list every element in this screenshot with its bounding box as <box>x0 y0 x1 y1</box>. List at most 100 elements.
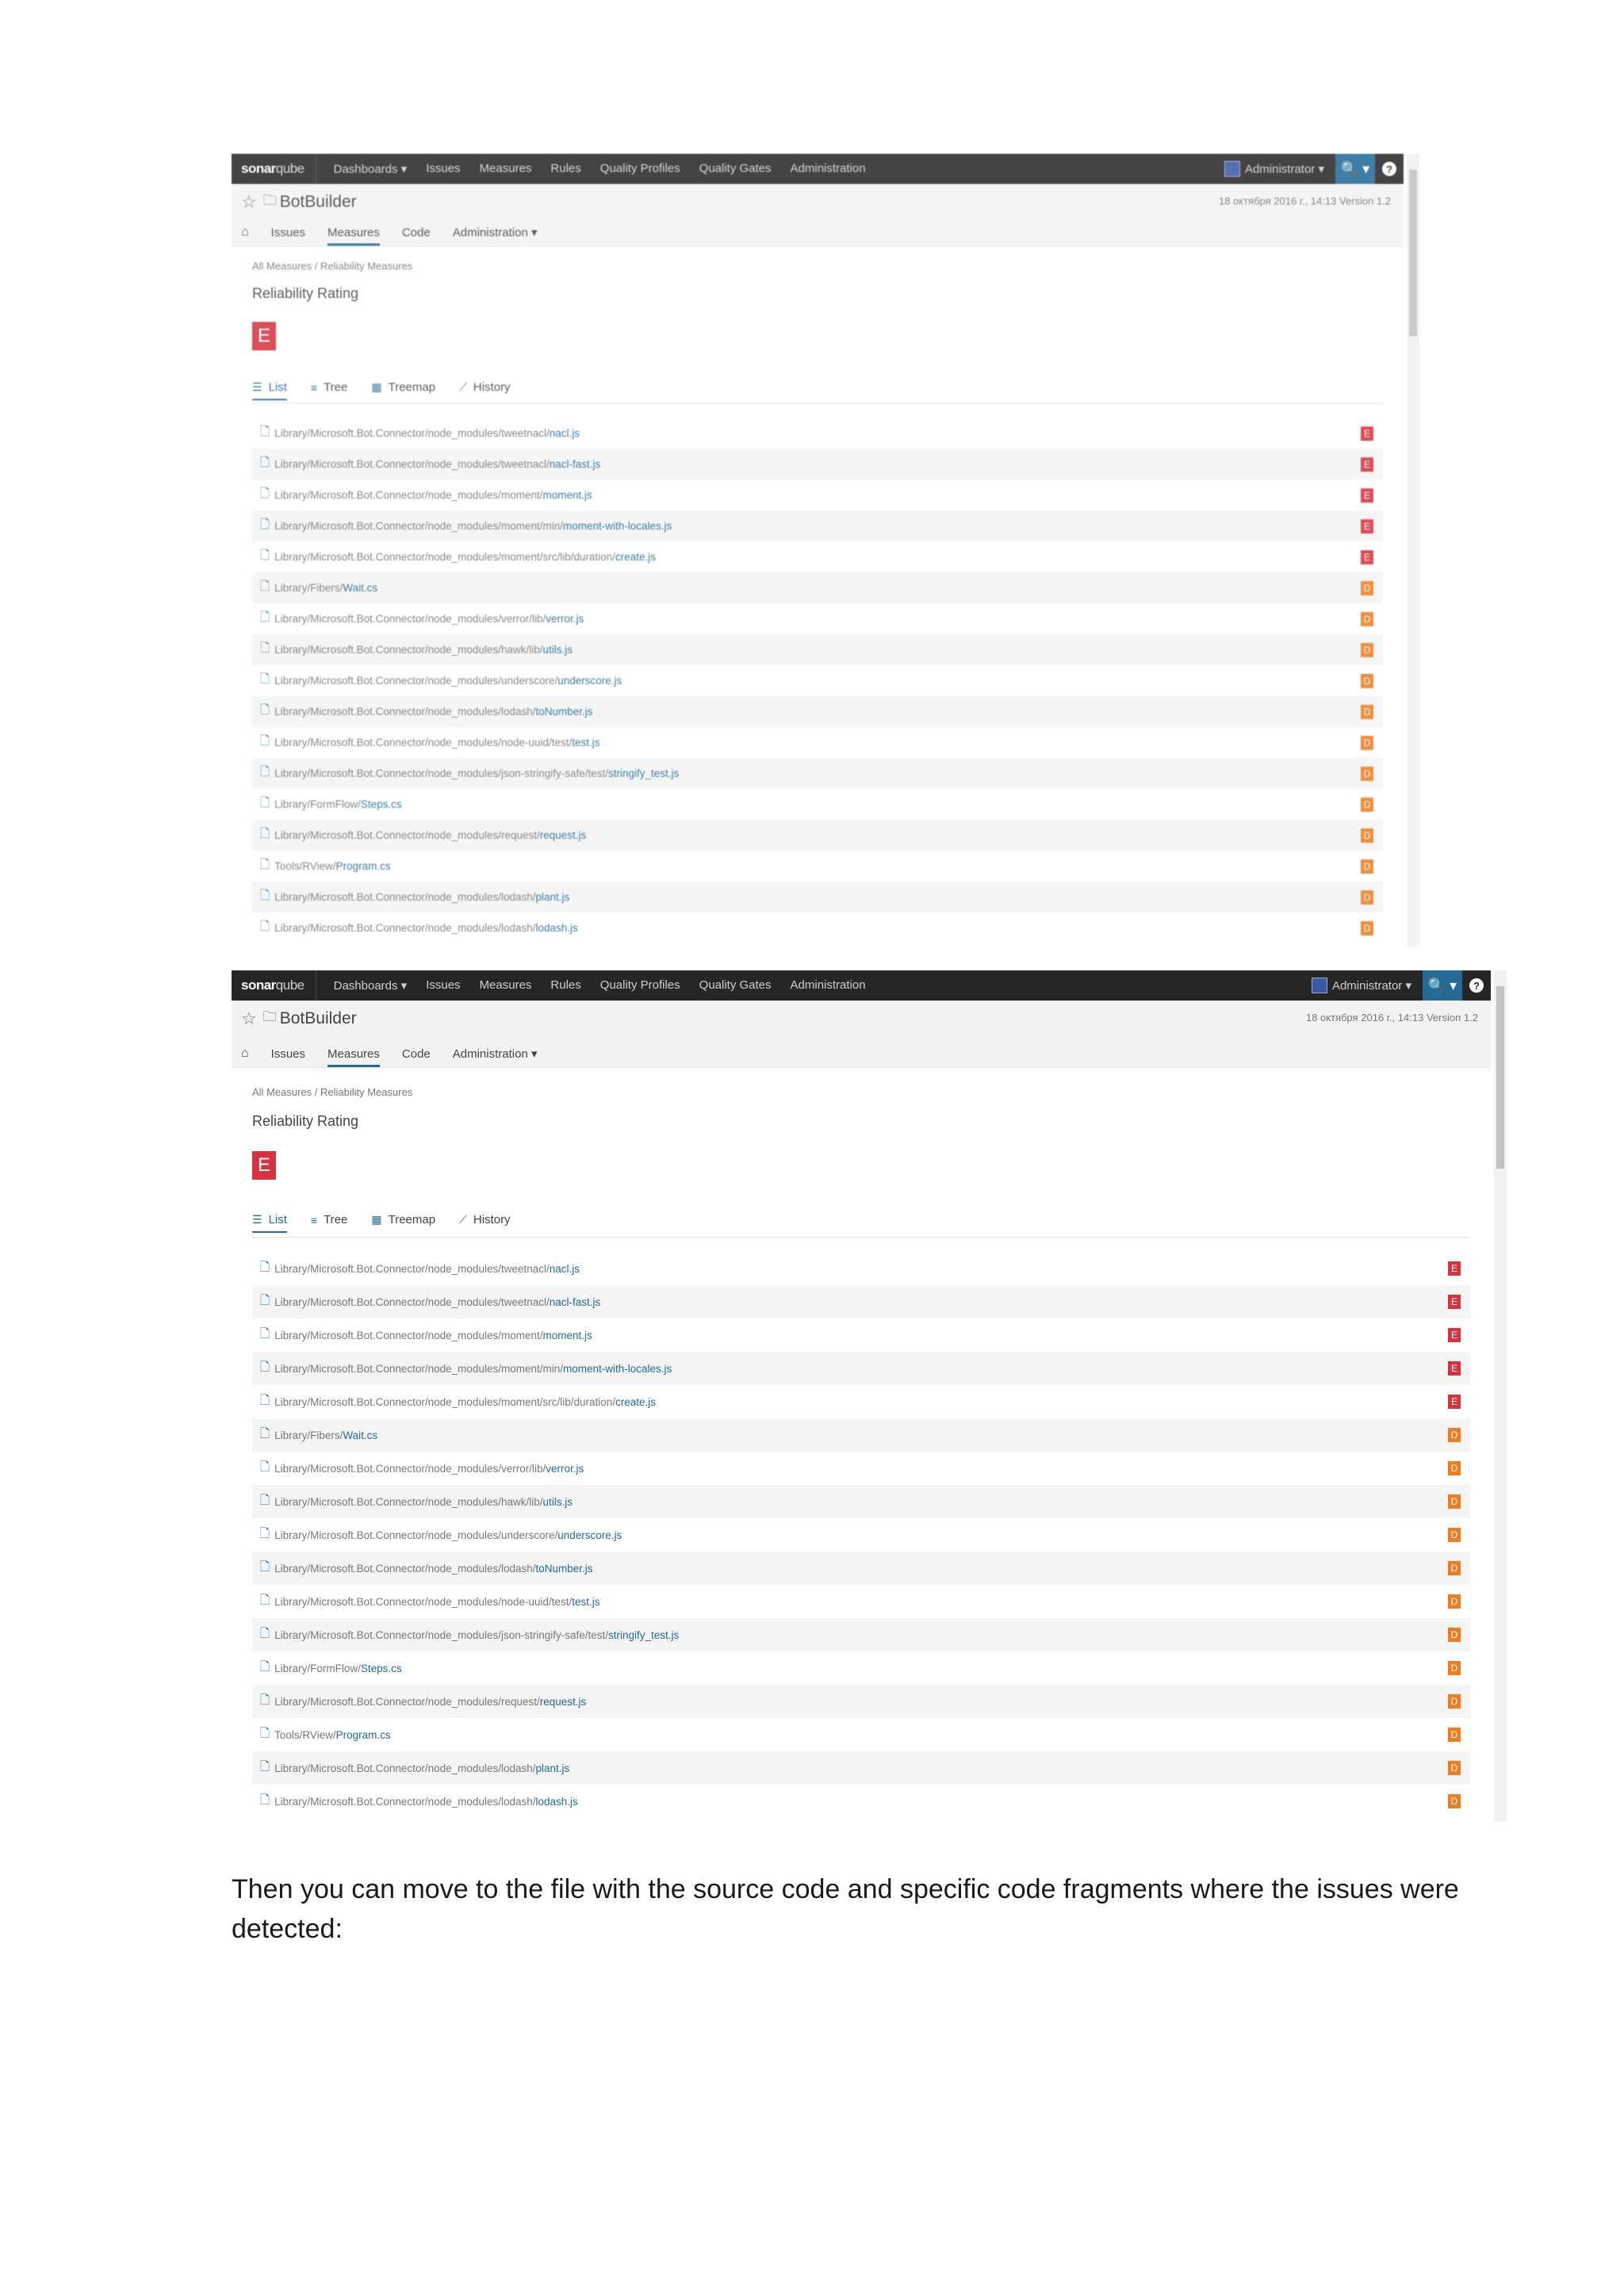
view-tab-list[interactable]: ☰ List <box>252 381 287 400</box>
file-name-link[interactable]: toNumber.js <box>536 706 593 718</box>
breadcrumb[interactable]: All Measures / Reliability Measures <box>252 260 412 272</box>
nav-item-administration[interactable]: Administration <box>791 162 866 176</box>
scrollbar[interactable] <box>1494 970 1507 1822</box>
project-name[interactable]: BotBuilder <box>280 193 357 212</box>
nav-item-issues[interactable]: Issues <box>426 978 460 993</box>
file-name-link[interactable]: utils.js <box>542 644 573 656</box>
nav-item-administration[interactable]: Administration <box>791 978 866 993</box>
file-row[interactable]: 🗋 Library/Microsoft.Bot.Connector/node_mo… <box>252 758 1383 789</box>
view-tab-tree[interactable]: ≡ Tree <box>311 381 347 400</box>
file-name-link[interactable]: lodash.js <box>536 1796 578 1808</box>
file-row[interactable]: 🗋 Library/Microsoft.Bot.Connector/node_mo… <box>252 1518 1470 1552</box>
file-name-link[interactable]: nacl-fast.js <box>550 1296 601 1308</box>
nav-item-dashboards[interactable]: Dashboards ▾ <box>334 162 408 176</box>
project-name[interactable]: BotBuilder <box>280 1009 357 1028</box>
file-name-link[interactable]: request.js <box>540 829 587 841</box>
nav-item-quality-gates[interactable]: Quality Gates <box>699 162 772 176</box>
file-row[interactable]: 🗋 Library/Microsoft.Bot.Connector/node_mo… <box>252 1685 1470 1718</box>
help-button[interactable]: ? <box>1462 970 1491 1001</box>
view-tab-history[interactable]: ⟋ History <box>459 381 510 400</box>
file-row[interactable]: 🗋 Library/Microsoft.Bot.Connector/node_mo… <box>252 1485 1470 1518</box>
tab-issues[interactable]: Issues <box>271 226 305 246</box>
file-name-link[interactable]: moment.js <box>542 489 592 501</box>
search-icon[interactable]: 🔍 ▾ <box>1423 970 1462 1001</box>
file-name-link[interactable]: moment.js <box>542 1330 592 1341</box>
search-icon[interactable]: 🔍 ▾ <box>1335 154 1375 184</box>
file-row[interactable]: 🗋 Library/FormFlow/Steps.cs D <box>252 1651 1470 1685</box>
home-icon[interactable]: ⌂ <box>241 225 249 246</box>
file-name-link[interactable]: toNumber.js <box>536 1563 593 1575</box>
user-menu[interactable]: Administrator ▾ <box>1311 978 1411 993</box>
file-row[interactable]: 🗋 Library/Microsoft.Bot.Connector/node_mo… <box>252 480 1383 511</box>
file-row[interactable]: 🗋 Library/Microsoft.Bot.Connector/node_mo… <box>252 696 1383 727</box>
user-menu[interactable]: Administrator ▾ <box>1224 161 1324 177</box>
file-name-link[interactable]: underscore.js <box>557 1529 622 1541</box>
file-name-link[interactable]: stringify_test.js <box>608 1629 679 1641</box>
file-row[interactable]: 🗋 Library/Fibers/Wait.cs D <box>252 572 1383 603</box>
file-name-link[interactable]: Wait.cs <box>343 1429 377 1441</box>
file-row[interactable]: 🗋 Library/Microsoft.Bot.Connector/node_mo… <box>252 820 1383 851</box>
file-name-link[interactable]: lodash.js <box>536 922 578 934</box>
file-row[interactable]: 🗋 Library/Microsoft.Bot.Connector/node_mo… <box>252 541 1383 572</box>
nav-item-rules[interactable]: Rules <box>550 162 580 176</box>
file-name-link[interactable]: Wait.cs <box>343 582 377 594</box>
file-name-link[interactable]: request.js <box>540 1696 587 1708</box>
file-row[interactable]: 🗋 Library/Microsoft.Bot.Connector/node_mo… <box>252 1552 1470 1585</box>
file-row[interactable]: 🗋 Library/Microsoft.Bot.Connector/node_mo… <box>252 1385 1470 1418</box>
sonarqube-logo[interactable]: sonarqube <box>232 970 316 1001</box>
nav-item-quality-profiles[interactable]: Quality Profiles <box>600 978 680 993</box>
breadcrumb[interactable]: All Measures / Reliability Measures <box>252 1086 412 1098</box>
file-name-link[interactable]: create.js <box>615 551 656 563</box>
favorite-star-icon[interactable]: ☆ <box>241 1008 257 1029</box>
view-tab-tree[interactable]: ≡ Tree <box>311 1213 347 1233</box>
tab-administration[interactable]: Administration ▾ <box>453 1047 538 1067</box>
file-name-link[interactable]: nacl.js <box>550 427 580 439</box>
file-row[interactable]: 🗋 Library/Microsoft.Bot.Connector/node_mo… <box>252 1285 1470 1318</box>
file-row[interactable]: 🗋 Library/Microsoft.Bot.Connector/node_mo… <box>252 449 1383 480</box>
view-tab-list[interactable]: ☰ List <box>252 1213 287 1233</box>
home-icon[interactable]: ⌂ <box>241 1047 249 1067</box>
view-tab-history[interactable]: ⟋ History <box>459 1213 510 1233</box>
file-row[interactable]: 🗋 Library/Microsoft.Bot.Connector/node_mo… <box>252 1452 1470 1485</box>
file-name-link[interactable]: verror.js <box>546 613 584 625</box>
file-row[interactable]: 🗋 Library/Microsoft.Bot.Connector/node_mo… <box>252 1785 1470 1818</box>
tab-issues[interactable]: Issues <box>271 1047 305 1067</box>
favorite-star-icon[interactable]: ☆ <box>241 192 257 212</box>
nav-item-quality-gates[interactable]: Quality Gates <box>699 978 772 993</box>
file-name-link[interactable]: utils.js <box>542 1496 573 1508</box>
file-name-link[interactable]: plant.js <box>536 891 570 903</box>
file-row[interactable]: 🗋 Library/Microsoft.Bot.Connector/node_mo… <box>252 634 1383 665</box>
nav-item-issues[interactable]: Issues <box>426 162 460 176</box>
file-row[interactable]: 🗋 Library/Microsoft.Bot.Connector/node_mo… <box>252 913 1383 943</box>
tab-measures[interactable]: Measures <box>327 1047 380 1067</box>
nav-item-dashboards[interactable]: Dashboards ▾ <box>334 978 408 993</box>
nav-item-quality-profiles[interactable]: Quality Profiles <box>600 162 680 176</box>
scrollbar[interactable] <box>1407 154 1419 947</box>
view-tab-treemap[interactable]: ▦ Treemap <box>371 381 435 400</box>
file-row[interactable]: 🗋 Library/Microsoft.Bot.Connector/node_mo… <box>252 1618 1470 1651</box>
tab-measures[interactable]: Measures <box>327 226 380 246</box>
file-name-link[interactable]: nacl.js <box>550 1263 580 1275</box>
sonarqube-logo[interactable]: sonarqube <box>232 154 316 184</box>
file-row[interactable]: 🗋 Library/Microsoft.Bot.Connector/node_mo… <box>252 1352 1470 1385</box>
scrollbar-thumb[interactable] <box>1496 986 1504 1169</box>
file-row[interactable]: 🗋 Library/Microsoft.Bot.Connector/node_mo… <box>252 418 1383 449</box>
file-row[interactable]: 🗋 Library/Microsoft.Bot.Connector/node_mo… <box>252 1585 1470 1618</box>
file-row[interactable]: 🗋 Library/Microsoft.Bot.Connector/node_mo… <box>252 727 1383 758</box>
file-name-link[interactable]: Steps.cs <box>361 798 402 810</box>
nav-item-measures[interactable]: Measures <box>480 162 532 176</box>
file-row[interactable]: 🗋 Library/Fibers/Wait.cs D <box>252 1418 1470 1452</box>
file-name-link[interactable]: nacl-fast.js <box>550 458 601 470</box>
file-name-link[interactable]: moment-with-locales.js <box>563 520 672 532</box>
tab-code[interactable]: Code <box>402 226 431 246</box>
file-name-link[interactable]: Steps.cs <box>361 1663 402 1674</box>
file-row[interactable]: 🗋 Library/Microsoft.Bot.Connector/node_mo… <box>252 882 1383 913</box>
file-name-link[interactable]: test.js <box>572 737 599 748</box>
file-row[interactable]: 🗋 Library/FormFlow/Steps.cs D <box>252 789 1383 820</box>
nav-item-rules[interactable]: Rules <box>550 978 580 993</box>
tab-code[interactable]: Code <box>402 1047 431 1067</box>
nav-item-measures[interactable]: Measures <box>480 978 532 993</box>
file-row[interactable]: 🗋 Library/Microsoft.Bot.Connector/node_mo… <box>252 603 1383 634</box>
view-tab-treemap[interactable]: ▦ Treemap <box>371 1213 435 1233</box>
file-name-link[interactable]: underscore.js <box>557 675 622 687</box>
